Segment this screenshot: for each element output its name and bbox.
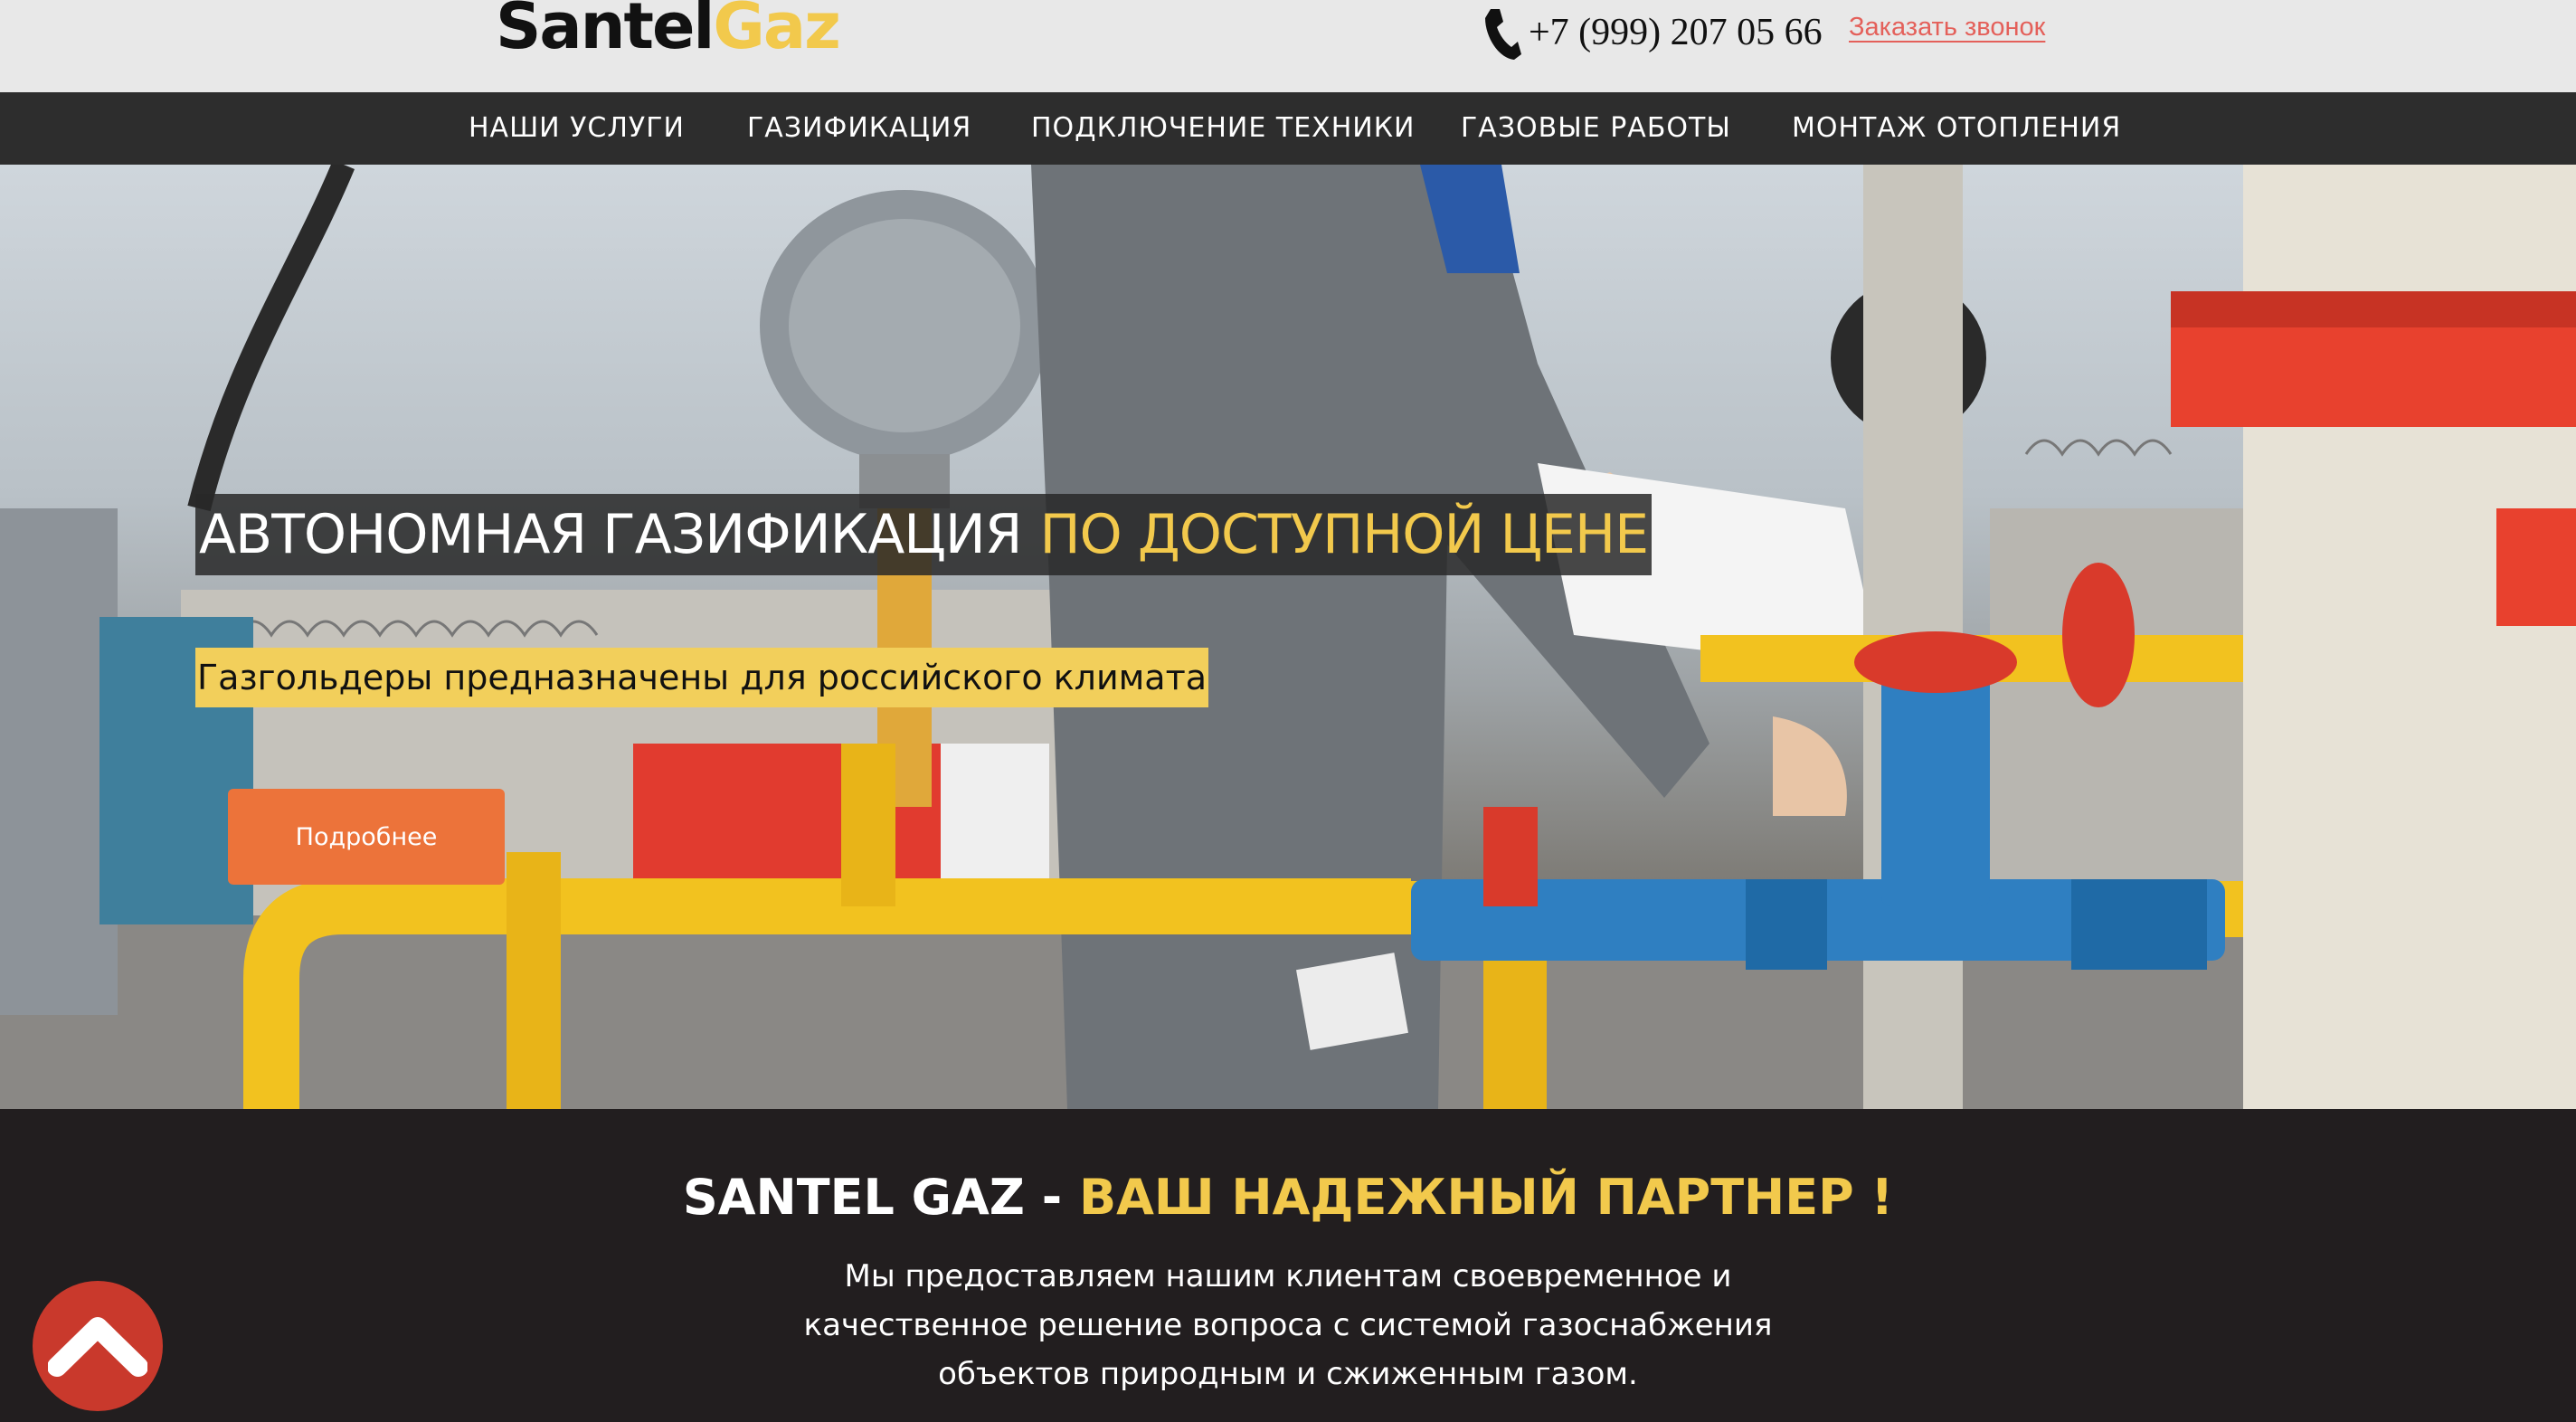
logo-text-santel: Santel: [496, 0, 715, 63]
nav-item-services[interactable]: НАШИ УСЛУГИ: [469, 112, 685, 145]
hero-subheadline: Газгольдеры предназначены для российског…: [195, 648, 1209, 707]
section-title: SANTEL GAZ - ВАШ НАДЕЖНЫЙ ПАРТНЕР !: [0, 1169, 2576, 1226]
partner-section: SANTEL GAZ - ВАШ НАДЕЖНЫЙ ПАРТНЕР ! Мы п…: [0, 1109, 2576, 1422]
section-text-line: Мы предоставляем нашим клиентам своеврем…: [844, 1258, 1732, 1294]
phone-block[interactable]: +7 (999) 207 05 66: [1482, 5, 1823, 60]
logo[interactable]: SantelGaz: [496, 0, 841, 58]
phone-icon: [1482, 5, 1523, 60]
callback-link[interactable]: Заказать звонок: [1849, 13, 2045, 43]
section-text: Мы предоставляем нашим клиентам своеврем…: [0, 1252, 2576, 1398]
chevron-up-icon: [48, 1317, 147, 1377]
phone-number[interactable]: +7 (999) 207 05 66: [1529, 11, 1823, 54]
hero-banner: АВТОНОМНАЯ ГАЗИФИКАЦИЯ ПО ДОСТУПНОЙ ЦЕНЕ …: [0, 165, 2576, 1109]
section-title-yellow: ВАШ НАДЕЖНЫЙ ПАРТНЕР !: [1078, 1169, 1894, 1226]
logo-text-gaz: Gaz: [713, 0, 840, 63]
nav-item-appliance-connection[interactable]: ПОДКЛЮЧЕНИЕ ТЕХНИКИ: [1031, 112, 1415, 145]
section-text-line: объектов природным и сжиженным газом.: [938, 1356, 1638, 1392]
nav-item-gasification[interactable]: ГАЗИФИКАЦИЯ: [747, 112, 971, 145]
nav-item-gas-works[interactable]: ГАЗОВЫЕ РАБОТЫ: [1461, 112, 1731, 145]
section-text-line: качественное решение вопроса с системой …: [803, 1307, 1773, 1343]
nav-item-heating-installation[interactable]: МОНТАЖ ОТОПЛЕНИЯ: [1792, 112, 2121, 145]
scroll-to-top-button[interactable]: [33, 1281, 163, 1411]
hero-headline-white: АВТОНОМНАЯ ГАЗИФИКАЦИЯ: [199, 503, 1022, 566]
hero-headline: АВТОНОМНАЯ ГАЗИФИКАЦИЯ ПО ДОСТУПНОЙ ЦЕНЕ: [195, 494, 1652, 575]
top-header: SantelGaz +7 (999) 207 05 66 Заказать зв…: [0, 0, 2576, 92]
hero-illustration: [0, 165, 2576, 1109]
more-button[interactable]: Подробнее: [228, 789, 505, 885]
section-title-white: SANTEL GAZ -: [682, 1169, 1063, 1226]
main-nav: НАШИ УСЛУГИ ГАЗИФИКАЦИЯ ПОДКЛЮЧЕНИЕ ТЕХН…: [0, 92, 2576, 165]
hero-headline-yellow: ПО ДОСТУПНОЙ ЦЕНЕ: [1039, 503, 1649, 566]
